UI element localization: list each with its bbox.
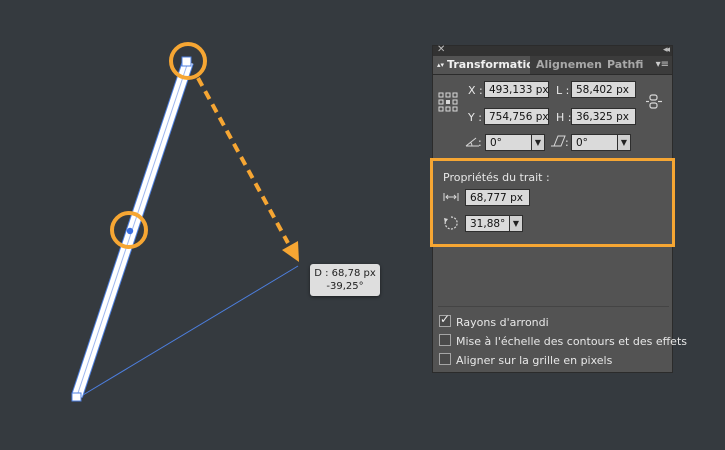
panel-menu-icon[interactable]: ▾≡ bbox=[656, 56, 669, 74]
height-field[interactable]: 36,325 px bbox=[571, 108, 636, 125]
close-icon[interactable]: ✕ bbox=[437, 43, 445, 57]
reference-point-icon[interactable] bbox=[438, 92, 458, 114]
collapse-icon[interactable]: ◂◂ bbox=[663, 43, 670, 57]
rotate-dropdown[interactable]: ▼ bbox=[531, 134, 545, 151]
link-proportions-icon[interactable] bbox=[644, 93, 664, 111]
shear-field[interactable]: 0° bbox=[571, 134, 618, 151]
stroke-properties-title: Propriétés du trait : bbox=[443, 171, 550, 184]
direction-arrow-shaft bbox=[196, 77, 290, 244]
checkbox-pixel-grid[interactable] bbox=[439, 353, 451, 365]
tab-toggle-icon[interactable]: ▴▾ bbox=[437, 56, 444, 74]
tooltip-angle: -39,25° bbox=[326, 281, 364, 292]
option-corner-radius[interactable]: Rayons d'arrondi bbox=[439, 312, 549, 329]
options-divider bbox=[438, 306, 669, 307]
shear-icon bbox=[551, 135, 566, 147]
tab-alignement[interactable]: Alignement bbox=[536, 56, 602, 74]
y-label: Y : bbox=[468, 111, 482, 124]
x-field[interactable]: 493,133 px bbox=[484, 81, 549, 98]
stroke-width-icon bbox=[443, 193, 459, 201]
rotate-colon: : bbox=[478, 136, 482, 149]
option-scale-strokes[interactable]: Mise à l'échelle des contours et des eff… bbox=[439, 334, 687, 348]
direction-arrow-head bbox=[282, 241, 299, 262]
top-anchor-handle[interactable] bbox=[181, 56, 192, 67]
tab-transformation[interactable]: ▴▾Transformation bbox=[433, 56, 530, 74]
shear-dropdown[interactable]: ▼ bbox=[617, 134, 631, 151]
distance-tooltip: D : 68,78 px -39,25° bbox=[310, 264, 380, 296]
stroke-centerline bbox=[76, 61, 189, 397]
y-field[interactable]: 754,756 px bbox=[484, 108, 549, 125]
option-corner-radius-label: Rayons d'arrondi bbox=[456, 316, 549, 329]
center-point[interactable] bbox=[126, 227, 134, 235]
bottom-anchor-handle[interactable] bbox=[71, 392, 82, 402]
option-pixel-grid[interactable]: Aligner sur la grille en pixels bbox=[439, 353, 612, 367]
x-label: X : bbox=[468, 84, 483, 97]
checkbox-scale-strokes[interactable] bbox=[439, 334, 451, 346]
option-scale-strokes-label: Mise à l'échelle des contours et des eff… bbox=[456, 335, 687, 348]
tab-pathfinder-label: Pathfi bbox=[607, 58, 643, 71]
tooltip-distance: D : 68,78 px bbox=[314, 268, 376, 279]
checkbox-corner-radius[interactable] bbox=[439, 312, 451, 327]
panel-tabbar: ▴▾Transformation Alignement Pathfi ▾≡ bbox=[433, 56, 672, 75]
shear-colon: : bbox=[565, 136, 569, 149]
width-label: L : bbox=[556, 84, 570, 97]
stroke-angle-dropdown[interactable]: ▼ bbox=[509, 215, 523, 232]
width-field[interactable]: 58,402 px bbox=[571, 81, 636, 98]
tab-alignement-label: Alignement bbox=[536, 58, 602, 71]
height-label: H : bbox=[556, 111, 572, 124]
tab-pathfinder[interactable]: Pathfi bbox=[607, 56, 643, 74]
rotate-field[interactable]: 0° bbox=[485, 134, 532, 151]
tab-transformation-label: Transformation bbox=[447, 58, 530, 71]
option-pixel-grid-label: Aligner sur la grille en pixels bbox=[456, 354, 613, 367]
stroke-angle-icon bbox=[444, 216, 458, 230]
stroke-angle-field[interactable]: 31,88° bbox=[465, 215, 510, 232]
stroke-width-field[interactable]: 68,777 px bbox=[465, 189, 530, 206]
panel-titlebar[interactable]: ✕ ◂◂ bbox=[433, 43, 672, 57]
